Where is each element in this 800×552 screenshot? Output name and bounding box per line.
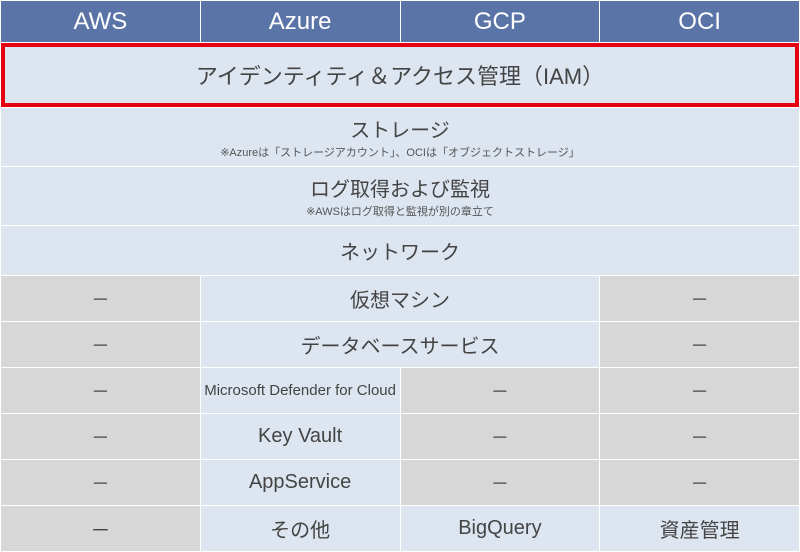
row-network: ネットワーク bbox=[1, 226, 800, 276]
col-gcp: GCP bbox=[400, 1, 600, 43]
keyvault-azure: Key Vault bbox=[200, 414, 400, 460]
cell-network: ネットワーク bbox=[1, 226, 800, 276]
defender-aws: － bbox=[1, 368, 201, 414]
iam-label: アイデンティティ＆アクセス管理（IAM） bbox=[1, 43, 799, 107]
keyvault-oci: － bbox=[600, 414, 800, 460]
other-aws: － bbox=[1, 506, 201, 552]
col-oci: OCI bbox=[600, 1, 800, 43]
logging-label: ログ取得および監視 bbox=[310, 179, 490, 201]
row-vm: － 仮想マシン － bbox=[1, 276, 800, 322]
row-iam: アイデンティティ＆アクセス管理（IAM） bbox=[1, 43, 800, 108]
vm-oci: － bbox=[600, 276, 800, 322]
col-azure: Azure bbox=[200, 1, 400, 43]
defender-azure: Microsoft Defender for Cloud bbox=[200, 368, 400, 414]
storage-note: ※Azureは「ストレージアカウント」、OCIは「オブジェクトストレージ」 bbox=[1, 144, 799, 160]
row-appservice: － AppService － － bbox=[1, 460, 800, 506]
row-storage: ストレージ ※Azureは「ストレージアカウント」、OCIは「オブジェクトストレ… bbox=[1, 108, 800, 167]
db-oci: － bbox=[600, 322, 800, 368]
network-label: ネットワーク bbox=[340, 242, 460, 264]
db-mid: データベースサービス bbox=[200, 322, 600, 368]
other-azure: その他 bbox=[200, 506, 400, 552]
row-defender: － Microsoft Defender for Cloud － － bbox=[1, 368, 800, 414]
vm-aws: － bbox=[1, 276, 201, 322]
comparison-table: AWS Azure GCP OCI アイデンティティ＆アクセス管理（IAM） ス… bbox=[0, 0, 800, 552]
defender-gcp: － bbox=[400, 368, 600, 414]
appsvc-gcp: － bbox=[400, 460, 600, 506]
row-logging: ログ取得および監視 ※AWSはログ取得と監視が別の章立て bbox=[1, 167, 800, 226]
row-keyvault: － Key Vault － － bbox=[1, 414, 800, 460]
cell-logging: ログ取得および監視 ※AWSはログ取得と監視が別の章立て bbox=[1, 167, 800, 226]
table-header-row: AWS Azure GCP OCI bbox=[1, 1, 800, 43]
cell-iam: アイデンティティ＆アクセス管理（IAM） bbox=[1, 43, 800, 108]
row-db: － データベースサービス － bbox=[1, 322, 800, 368]
storage-label: ストレージ bbox=[350, 120, 450, 142]
defender-oci: － bbox=[600, 368, 800, 414]
vm-mid: 仮想マシン bbox=[200, 276, 600, 322]
appsvc-oci: － bbox=[600, 460, 800, 506]
row-other: － その他 BigQuery 資産管理 bbox=[1, 506, 800, 552]
appsvc-aws: － bbox=[1, 460, 201, 506]
keyvault-aws: － bbox=[1, 414, 201, 460]
keyvault-gcp: － bbox=[400, 414, 600, 460]
appsvc-azure: AppService bbox=[200, 460, 400, 506]
col-aws: AWS bbox=[1, 1, 201, 43]
cell-storage: ストレージ ※Azureは「ストレージアカウント」、OCIは「オブジェクトストレ… bbox=[1, 108, 800, 167]
other-oci: 資産管理 bbox=[600, 506, 800, 552]
logging-note: ※AWSはログ取得と監視が別の章立て bbox=[1, 203, 799, 219]
other-gcp: BigQuery bbox=[400, 506, 600, 552]
db-aws: － bbox=[1, 322, 201, 368]
